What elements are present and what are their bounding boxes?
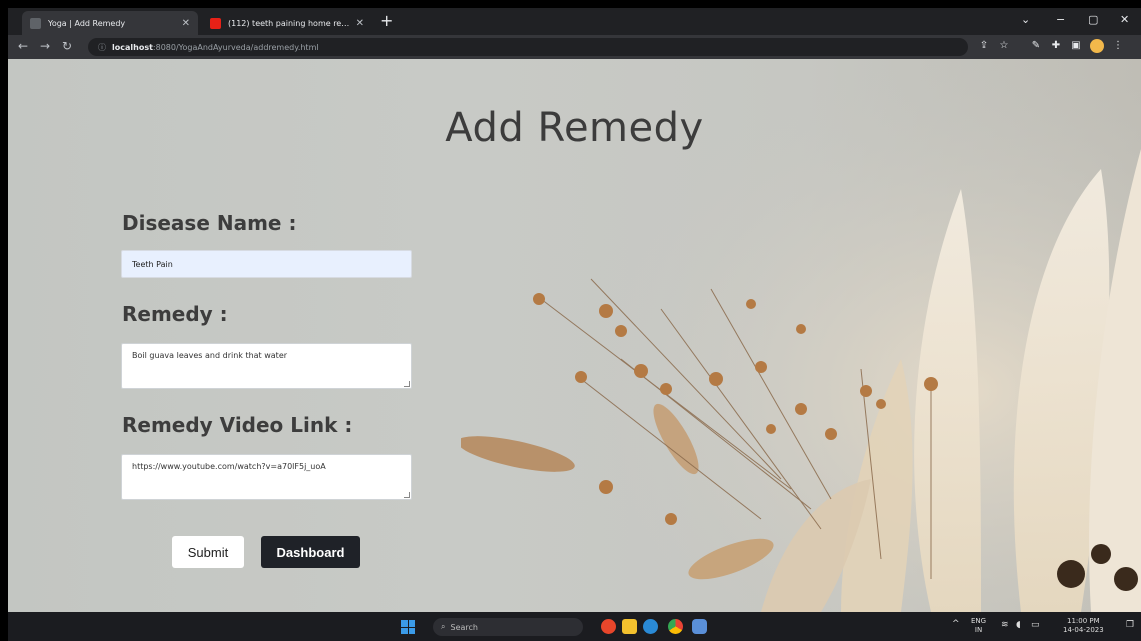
disease-name-label: Disease Name :	[122, 211, 297, 235]
extension-pen-icon[interactable]: ✎	[1030, 40, 1042, 52]
chrome-browser-icon[interactable]	[668, 619, 683, 634]
close-tab-icon[interactable]: ✕	[356, 18, 364, 29]
remedy-video-link-textarea[interactable]: https://www.youtube.com/watch?v=a70lF5j_…	[121, 454, 412, 500]
close-window-button[interactable]: ✕	[1120, 13, 1129, 26]
bookmark-star-icon[interactable]: ☆	[998, 40, 1010, 52]
side-panel-icon[interactable]: ▣	[1070, 40, 1082, 52]
tab-title: Yoga | Add Remedy	[48, 18, 126, 28]
url-host: localhost	[112, 42, 153, 52]
minimize-button[interactable]: −	[1056, 13, 1065, 26]
volume-icon[interactable]: ◖	[1016, 621, 1021, 630]
disease-name-input[interactable]	[121, 250, 412, 278]
tab-youtube[interactable]: (112) teeth paining home reme... ✕	[202, 11, 372, 35]
resize-handle-icon[interactable]	[404, 381, 410, 387]
windows-start-icon[interactable]	[401, 620, 415, 634]
tray-chevron-icon[interactable]: ^	[952, 620, 960, 629]
search-placeholder: Search	[450, 622, 478, 632]
taskbar-search-box[interactable]: ⌕ Search	[433, 618, 583, 636]
edge-browser-icon[interactable]	[643, 619, 658, 634]
file-explorer-icon[interactable]	[622, 619, 637, 634]
notification-icon[interactable]: ❐	[1126, 621, 1134, 630]
maximize-button[interactable]: ▢	[1088, 13, 1098, 26]
app-icon-blue[interactable]	[692, 619, 707, 634]
reload-icon[interactable]: ↻	[62, 39, 72, 53]
battery-icon[interactable]: ▭	[1031, 621, 1040, 630]
tab-search-icon[interactable]: ⌄	[1021, 13, 1030, 26]
page-viewport: Add Remedy Disease Name : Remedy : Boil …	[8, 59, 1141, 612]
search-icon: ⌕	[441, 622, 446, 631]
remedy-textarea[interactable]: Boil guava leaves and drink that water	[121, 343, 412, 389]
page-title: Add Remedy	[445, 105, 704, 151]
menu-kebab-icon[interactable]: ⋮	[1112, 40, 1124, 52]
browser-toolbar: ← → ↻ ⓘ localhost :8080/YogaAndAyurveda/…	[8, 35, 1141, 59]
yoga-favicon-icon	[30, 17, 41, 29]
profile-avatar[interactable]	[1090, 39, 1104, 53]
back-arrow-icon[interactable]: ←	[18, 39, 28, 53]
tab-add-remedy[interactable]: Yoga | Add Remedy ✕	[22, 11, 198, 35]
remedy-video-link-label: Remedy Video Link :	[122, 413, 353, 437]
remedy-label: Remedy :	[122, 302, 228, 326]
close-tab-icon[interactable]: ✕	[182, 18, 190, 29]
share-icon[interactable]: ⇪	[978, 40, 990, 52]
new-tab-button[interactable]: +	[380, 13, 393, 29]
language-indicator[interactable]: ENG IN	[971, 617, 986, 635]
address-bar[interactable]: ⓘ localhost :8080/YogaAndAyurveda/addrem…	[88, 38, 968, 56]
extensions-puzzle-icon[interactable]: ✚	[1050, 40, 1062, 52]
app-icon-red[interactable]	[601, 619, 616, 634]
youtube-favicon-icon	[210, 17, 221, 29]
clock[interactable]: 11:00 PM 14-04-2023	[1063, 617, 1104, 635]
resize-handle-icon[interactable]	[404, 492, 410, 498]
submit-button[interactable]: Submit	[172, 536, 244, 568]
forward-arrow-icon[interactable]: →	[40, 39, 50, 53]
info-icon[interactable]: ⓘ	[98, 42, 106, 53]
wifi-icon[interactable]: ≋	[1001, 621, 1009, 630]
dashboard-button[interactable]: Dashboard	[261, 536, 360, 568]
url-path: :8080/YogaAndAyurveda/addremedy.html	[152, 42, 319, 52]
browser-tab-bar: Yoga | Add Remedy ✕ (112) teeth paining …	[8, 8, 1141, 35]
windows-taskbar: ⌕ Search ^ ENG IN ≋ ◖ ▭ 11:00 PM 14-04-2…	[8, 612, 1141, 641]
tab-title: (112) teeth paining home reme...	[228, 18, 350, 28]
